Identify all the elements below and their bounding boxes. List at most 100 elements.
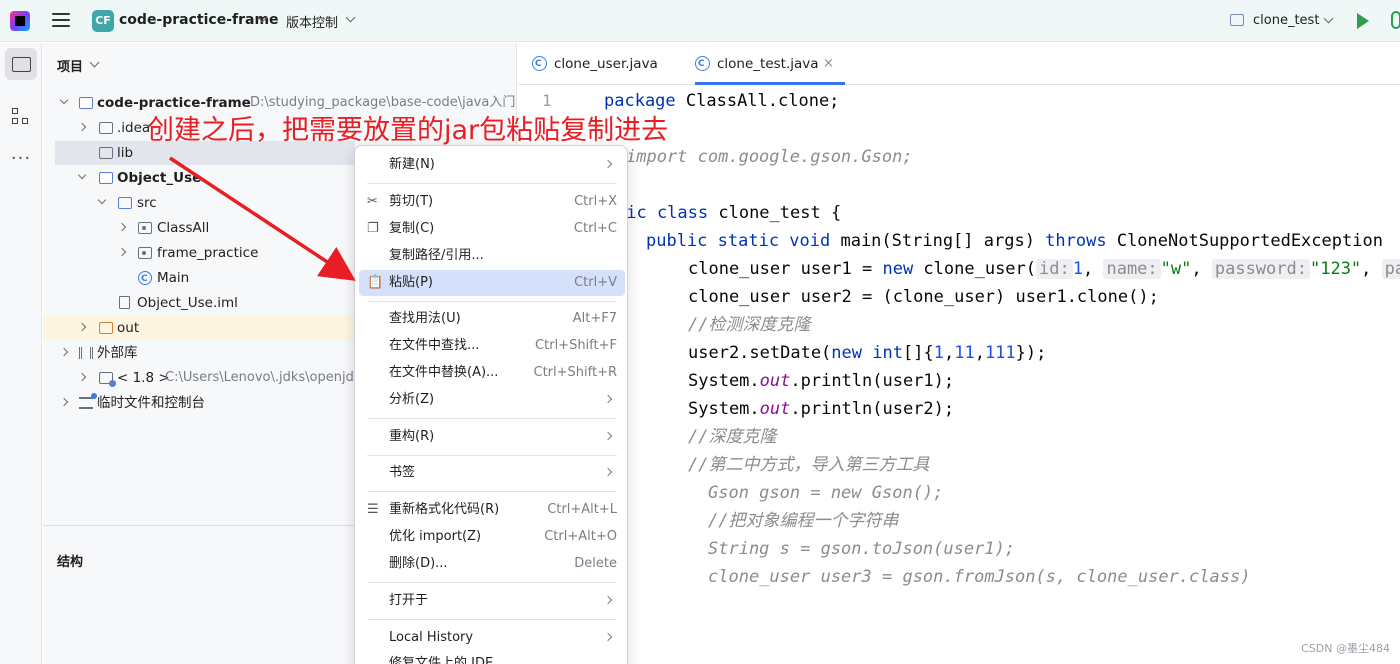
- code-line: System.out.println(user1);: [688, 367, 954, 395]
- code-comment: //第二中方式，导入第三方工具: [688, 455, 930, 475]
- expand-arrow-icon[interactable]: [59, 397, 69, 407]
- module-icon: [99, 172, 113, 184]
- menu-item-repair-ide[interactable]: 修复文件上的 IDE: [359, 651, 625, 664]
- structure-icon[interactable]: [5, 101, 37, 133]
- tab-clone-test[interactable]: clone_test.java ×: [695, 43, 845, 85]
- code-field: out: [759, 399, 791, 419]
- code-text: ClassAll.clone;: [675, 91, 840, 111]
- folder-icon[interactable]: [5, 48, 37, 80]
- tree-label: 外部库: [97, 345, 138, 361]
- menu-label: 打开于: [389, 593, 429, 608]
- keyword: int: [872, 343, 903, 363]
- panel-title[interactable]: 项目: [57, 56, 83, 75]
- code-line: user2.setDate(new int[]{1,11,111});: [688, 339, 1046, 367]
- class-icon: [532, 43, 547, 85]
- expand-arrow-icon[interactable]: [59, 347, 69, 357]
- menu-item-paste[interactable]: 📋 粘贴(P) Ctrl+V: [359, 270, 625, 296]
- tab-label: clone_test.java: [717, 56, 819, 72]
- menu-item-analyze[interactable]: 分析(Z): [359, 387, 625, 413]
- menu-divider: [367, 455, 617, 456]
- menu-label: 重构(R): [389, 429, 435, 444]
- tree-label: src: [137, 195, 157, 211]
- menu-item-optimize-imports[interactable]: 优化 import(Z) Ctrl+Alt+O: [359, 524, 625, 550]
- context-menu: 新建(N) ✂ 剪切(T) Ctrl+X ❐ 复制(C) Ctrl+C 复制路径/引用.…: [354, 145, 628, 664]
- chevron-right-icon: [603, 632, 613, 642]
- menu-item-new[interactable]: 新建(N): [359, 152, 625, 178]
- code-text: user2.setDate(: [688, 343, 832, 363]
- project-badge[interactable]: CF: [92, 10, 114, 32]
- run-icon[interactable]: [1357, 13, 1369, 29]
- menu-item-copy-path[interactable]: 复制路径/引用...: [359, 243, 625, 269]
- menu-shortcut: Ctrl+C: [573, 221, 617, 236]
- expand-arrow-icon[interactable]: [77, 170, 87, 180]
- code-text: main(String[] args): [830, 231, 1046, 251]
- menu-item-find-in-files[interactable]: 在文件中查找... Ctrl+Shift+F: [359, 333, 625, 359]
- tree-label: Main: [157, 270, 190, 286]
- param-hint: pas: [1381, 259, 1400, 279]
- code-string: "123": [1309, 259, 1362, 279]
- menu-label: 分析(Z): [389, 392, 435, 407]
- main-menu-icon[interactable]: [52, 13, 70, 29]
- expand-arrow-icon[interactable]: [77, 372, 87, 382]
- menu-divider: [367, 582, 617, 583]
- menu-item-open-in[interactable]: 打开于: [359, 588, 625, 614]
- menu-shortcut: Ctrl+V: [574, 275, 617, 290]
- tab-label: clone_user.java: [554, 56, 658, 72]
- chevron-down-icon[interactable]: [345, 12, 356, 23]
- expand-arrow-icon[interactable]: [97, 195, 107, 205]
- run-config-selector[interactable]: clone_test: [1253, 13, 1319, 28]
- menu-item-local-history[interactable]: Local History: [359, 625, 625, 651]
- menu-label: 在文件中查找...: [389, 338, 480, 353]
- project-selector[interactable]: code-practice-frame: [119, 12, 279, 28]
- expand-arrow-icon[interactable]: [77, 122, 87, 132]
- class-icon: [138, 267, 152, 291]
- code-line: public static void main(String[] args) t…: [646, 227, 1383, 255]
- code-line: //深度克隆: [688, 423, 776, 451]
- menu-label: 复制(C): [389, 221, 435, 236]
- param-hint: name:: [1103, 259, 1161, 279]
- menu-item-replace-in-files[interactable]: 在文件中替换(A)... Ctrl+Shift+R: [359, 360, 625, 386]
- more-icon[interactable]: ···: [5, 145, 37, 177]
- expand-arrow-icon[interactable]: [77, 322, 87, 332]
- menu-item-copy[interactable]: ❐ 复制(C) Ctrl+C: [359, 216, 625, 242]
- debug-icon[interactable]: [1391, 11, 1400, 29]
- code-text: System.: [688, 399, 760, 419]
- structure-title[interactable]: 结构: [57, 551, 83, 570]
- chevron-down-icon[interactable]: [1323, 13, 1334, 24]
- menu-item-refactor[interactable]: 重构(R): [359, 424, 625, 450]
- menu-shortcut: Delete: [574, 556, 617, 571]
- menu-item-reformat[interactable]: ☰ 重新格式化代码(R) Ctrl+Alt+L: [359, 497, 625, 523]
- jdk-icon: [99, 372, 116, 387]
- chevron-right-icon: [603, 394, 613, 404]
- param-hint: id:: [1036, 259, 1073, 279]
- module-icon: [79, 97, 93, 109]
- menu-item-delete[interactable]: 删除(D)... Delete: [359, 551, 625, 577]
- editor-tabs: clone_user.java clone_test.java ×: [518, 43, 1400, 85]
- code-line: import com.google.gson.Gson;: [626, 143, 913, 171]
- menu-shortcut: Alt+F7: [572, 311, 617, 326]
- paste-icon: 📋: [367, 275, 384, 290]
- close-icon[interactable]: ×: [823, 43, 834, 85]
- code-line: clone_user user3 = gson.fromJson(s, clon…: [708, 563, 1250, 591]
- menu-item-cut[interactable]: ✂ 剪切(T) Ctrl+X: [359, 189, 625, 215]
- scratches-icon: [79, 393, 97, 409]
- code-number: 1: [933, 343, 944, 363]
- menu-item-bookmarks[interactable]: 书签: [359, 460, 625, 486]
- source-folder-icon: [118, 197, 132, 209]
- annotation-text: 创建之后，把需要放置的jar包粘贴复制进去: [147, 115, 669, 146]
- expand-arrow-icon[interactable]: [59, 95, 69, 105]
- code-line: String s = gson.toJson(user1);: [708, 535, 1015, 563]
- chevron-down-icon[interactable]: [89, 57, 100, 68]
- menu-item-find-usages[interactable]: 查找用法(U) Alt+F7: [359, 306, 625, 332]
- menu-divider: [367, 418, 617, 419]
- expand-arrow-icon[interactable]: [117, 222, 127, 232]
- tree-label: < 1.8 >: [117, 370, 170, 386]
- menu-label: 修复文件上的 IDE: [389, 656, 494, 664]
- menu-label: 剪切(T): [389, 194, 434, 209]
- vcs-menu[interactable]: 版本控制: [286, 12, 338, 31]
- tree-label: lib: [117, 145, 134, 161]
- tab-clone-user[interactable]: clone_user.java: [532, 43, 682, 85]
- menu-shortcut: Ctrl+Shift+F: [535, 338, 617, 353]
- expand-arrow-icon[interactable]: [117, 247, 127, 257]
- code-line: //检测深度克隆: [688, 311, 810, 339]
